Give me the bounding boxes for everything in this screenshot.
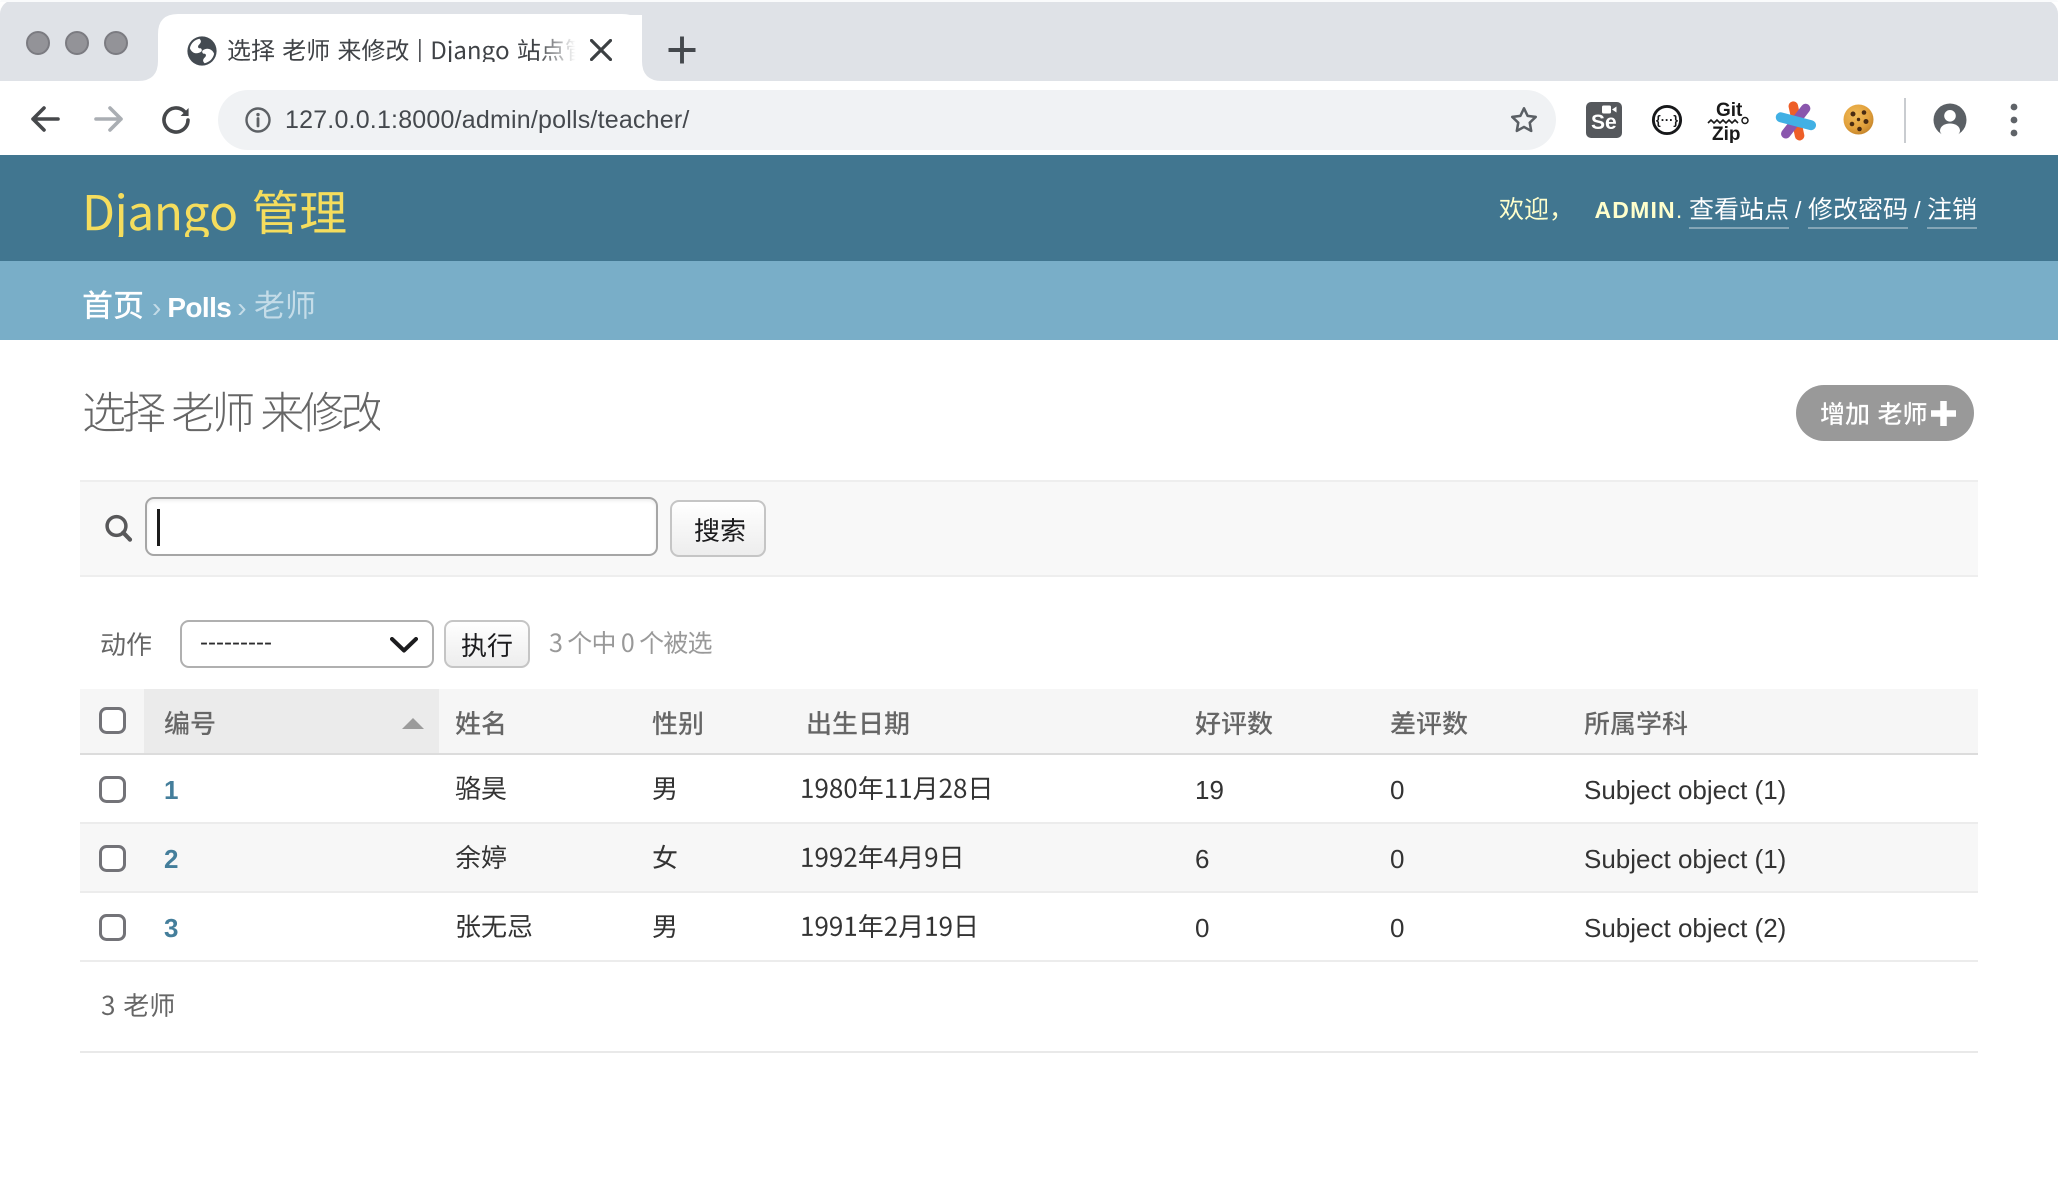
svg-text:Git: Git bbox=[1716, 100, 1743, 121]
svg-text:Zip: Zip bbox=[1712, 124, 1741, 143]
svg-text:{···}: {···} bbox=[1656, 114, 1678, 128]
